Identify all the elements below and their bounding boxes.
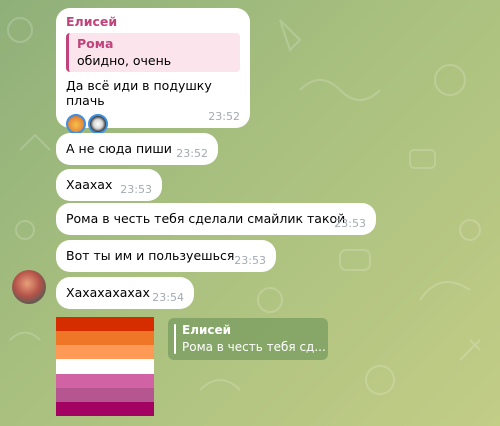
message-time: 23:53: [234, 254, 266, 267]
message-time: 23:54: [152, 291, 184, 304]
message-time: 23:53: [334, 217, 366, 230]
message-text: Хаахах: [66, 177, 113, 192]
quoted-message[interactable]: Рома обидно, очень: [66, 33, 240, 72]
flag-stripe: [56, 359, 154, 374]
quoted-sender: Рома: [77, 36, 114, 51]
flag-stripe: [56, 373, 154, 388]
message-bubble[interactable]: Вот ты им и пользуешься 23:53: [56, 240, 276, 272]
message-time: 23:52: [176, 147, 208, 160]
message-bubble[interactable]: Хаахах 23:53: [56, 169, 162, 201]
message-bubble[interactable]: А не сюда пиши 23:52: [56, 133, 218, 165]
flag-stripe: [56, 317, 154, 332]
message-bubble[interactable]: Елисей Рома обидно, очень Да всё иди в п…: [56, 8, 250, 134]
flag-stripe: [56, 401, 154, 416]
reply-sender: Елисей: [182, 323, 232, 337]
flag-stripe: [56, 345, 154, 360]
dark-figure-sticker-icon[interactable]: [88, 114, 108, 134]
reply-bar: [174, 324, 176, 354]
smiling-face-sticker-icon[interactable]: [66, 114, 86, 134]
message-text: Вот ты им и пользуешься: [66, 248, 235, 263]
reply-text: Рома в честь тебя сд...: [182, 340, 326, 354]
message-bubble[interactable]: Хахахахахах 23:54: [56, 277, 194, 309]
quoted-text: обидно, очень: [77, 53, 172, 68]
message-bubble[interactable]: Рома в честь тебя сделали смайлик такой …: [56, 203, 376, 235]
message-text: Да всё иди в подушку плачь: [66, 78, 212, 108]
message-text: А не сюда пиши: [66, 141, 172, 156]
message-text: Хахахахахах: [66, 285, 150, 300]
message-text: Рома в честь тебя сделали смайлик такой: [66, 211, 346, 226]
flag-stripe: [56, 331, 154, 346]
reply-preview[interactable]: Елисей Рома в честь тебя сд...: [168, 318, 328, 360]
sender-name[interactable]: Елисей: [66, 14, 240, 29]
flag-sticker[interactable]: [56, 317, 154, 416]
message-time: 23:52: [208, 110, 240, 123]
sender-avatar[interactable]: [12, 270, 46, 304]
flag-stripe: [56, 387, 154, 402]
message-time: 23:53: [120, 183, 152, 196]
